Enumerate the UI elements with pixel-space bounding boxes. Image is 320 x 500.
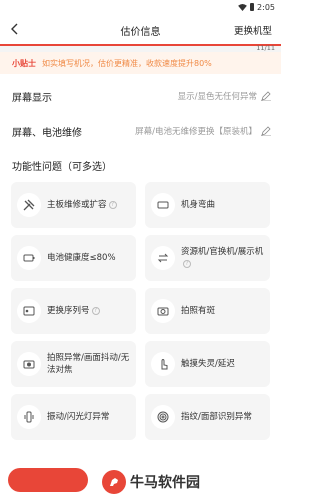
progress-bar: 11/11 <box>0 44 281 52</box>
screen-display-row[interactable]: 屏幕显示 显示/显色无任何异常 <box>0 84 281 108</box>
options-grid: 主板维修或扩容? 机身弯曲 电池健康度≤80% 资源机/官换机/展示机? 更换序… <box>0 182 281 440</box>
option-card[interactable]: 资源机/官换机/展示机? <box>145 235 270 281</box>
tip-bar: 小贴士 如实填写机况，估价更精准，收款速度提升80% <box>0 52 281 74</box>
option-label: 振动/闪光灯异常 <box>47 412 110 422</box>
option-card[interactable]: 振动/闪光灯异常 <box>11 394 136 440</box>
status-bar: 2:05 <box>0 0 281 14</box>
help-icon[interactable]: ? <box>183 259 191 268</box>
progress-text: 11/11 <box>256 44 275 52</box>
row-label: 屏幕显示 <box>12 92 52 104</box>
option-label: 拍照异常/画面抖动/无法对焦 <box>47 353 130 375</box>
touch-icon <box>151 352 175 376</box>
repair-row[interactable]: 屏幕、电池维修 屏幕/电池无维修更换【原装机】 <box>0 118 281 144</box>
nav-bar: 估价信息 更换机型 <box>0 14 281 44</box>
help-icon[interactable]: ? <box>91 306 100 315</box>
vibrate-icon <box>17 405 41 429</box>
row-label: 屏幕、电池维修 <box>12 127 82 139</box>
phone-bend-icon <box>151 193 175 217</box>
progress-fill <box>0 44 281 46</box>
wifi-icon <box>238 3 247 11</box>
option-label: 机身弯曲 <box>181 200 216 210</box>
option-label: 拍照有斑 <box>181 306 216 316</box>
tip-label: 小贴士 <box>12 58 36 68</box>
section-title: 功能性问题（可多选） <box>12 161 112 173</box>
option-label: 主板维修或扩容 <box>47 200 107 210</box>
battery-icon <box>17 246 41 270</box>
option-card[interactable]: 电池健康度≤80% <box>11 235 136 281</box>
horse-logo-icon <box>102 470 126 494</box>
edit-icon[interactable] <box>261 91 271 101</box>
status-time: 2:05 <box>257 2 275 12</box>
help-icon[interactable]: ? <box>108 200 117 209</box>
fingerprint-icon <box>151 405 175 429</box>
watermark: 牛马软件园 <box>98 468 204 496</box>
option-card[interactable]: 指纹/面部识别异常 <box>145 394 270 440</box>
option-label: 指纹/面部识别异常 <box>181 412 252 422</box>
option-card[interactable]: 主板维修或扩容? <box>11 182 136 228</box>
edit-icon[interactable] <box>261 126 271 136</box>
option-label: 电池健康度≤80% <box>47 253 116 263</box>
option-label: 更换序列号 <box>47 306 90 316</box>
id-card-icon <box>17 299 41 323</box>
option-card[interactable]: 更换序列号? <box>11 288 136 334</box>
option-card[interactable]: 拍照有斑 <box>145 288 270 334</box>
option-label: 资源机/官换机/展示机 <box>181 247 264 257</box>
row-value: 屏幕/电池无维修更换【原装机】 <box>135 127 257 137</box>
watermark-text: 牛马软件园 <box>130 475 200 491</box>
option-card[interactable]: 机身弯曲 <box>145 182 270 228</box>
option-card[interactable]: 触摸失灵/延迟 <box>145 341 270 387</box>
camera-icon <box>151 299 175 323</box>
row-value: 显示/显色无任何异常 <box>177 92 257 102</box>
battery-status-icon <box>250 3 255 11</box>
bottom-action-button[interactable] <box>8 468 88 492</box>
swap-icon <box>151 246 175 270</box>
tip-text: 如实填写机况，估价更精准，收款速度提升80% <box>42 58 212 68</box>
change-model-button[interactable]: 更换机型 <box>234 23 272 37</box>
wrench-icon <box>17 193 41 217</box>
option-label: 触摸失灵/延迟 <box>181 359 235 369</box>
camera-error-icon <box>17 352 41 376</box>
option-card[interactable]: 拍照异常/画面抖动/无法对焦 <box>11 341 136 387</box>
